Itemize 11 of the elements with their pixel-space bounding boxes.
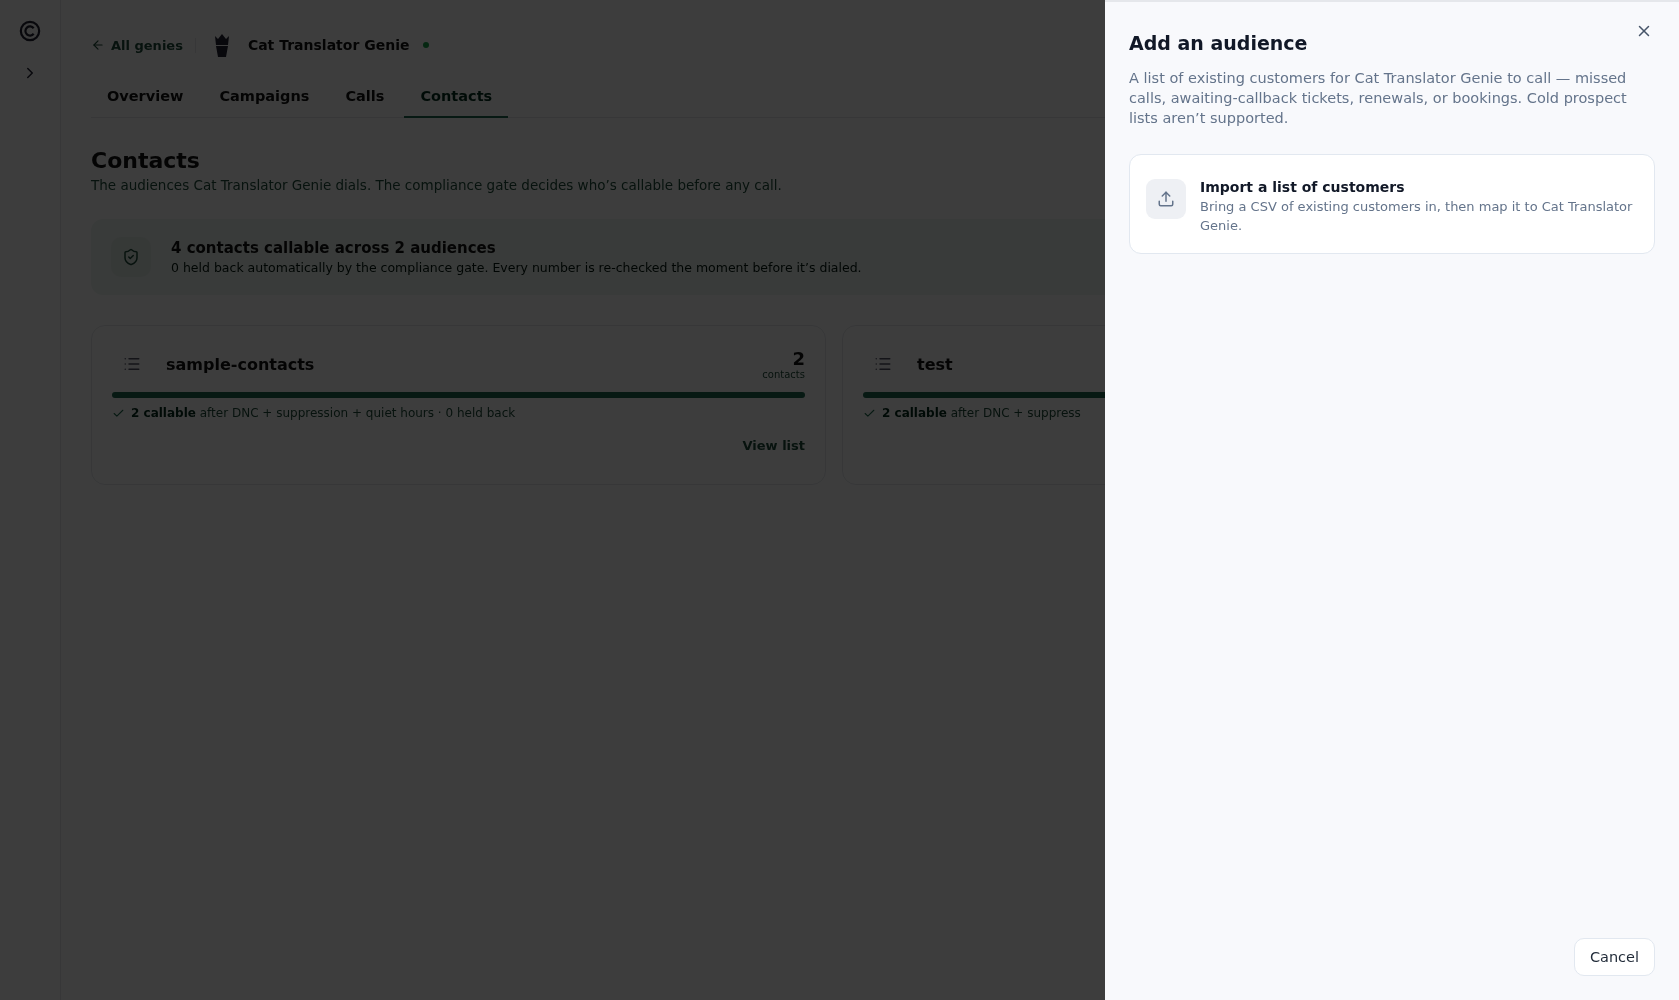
cancel-button[interactable]: Cancel — [1573, 938, 1655, 976]
upload-icon — [1157, 190, 1175, 208]
contact-count: 2 — [792, 348, 805, 369]
summary-text: 0 held back automatically by the compliance gate. Every number is re-checked the moment before it’s dialed. — [171, 260, 862, 275]
page-title: Contacts — [91, 148, 201, 173]
import-option[interactable]: Import a list of customers Bring a CSV of existing customers in, then map it to Cat Translator Genie. — [1129, 154, 1655, 254]
audience-name: test — [917, 354, 954, 374]
genie-name: Cat Translator Genie — [247, 37, 410, 53]
panel-description: A list of existing customers for Cat Translator Genie to call — missed calls, awaiting-callback tickets, renewals, or bookings. Cold prospect lists aren’t supported. — [1129, 69, 1628, 128]
panel-title: Add an audience — [1129, 32, 1309, 54]
audience-name: sample-contacts — [166, 354, 316, 374]
